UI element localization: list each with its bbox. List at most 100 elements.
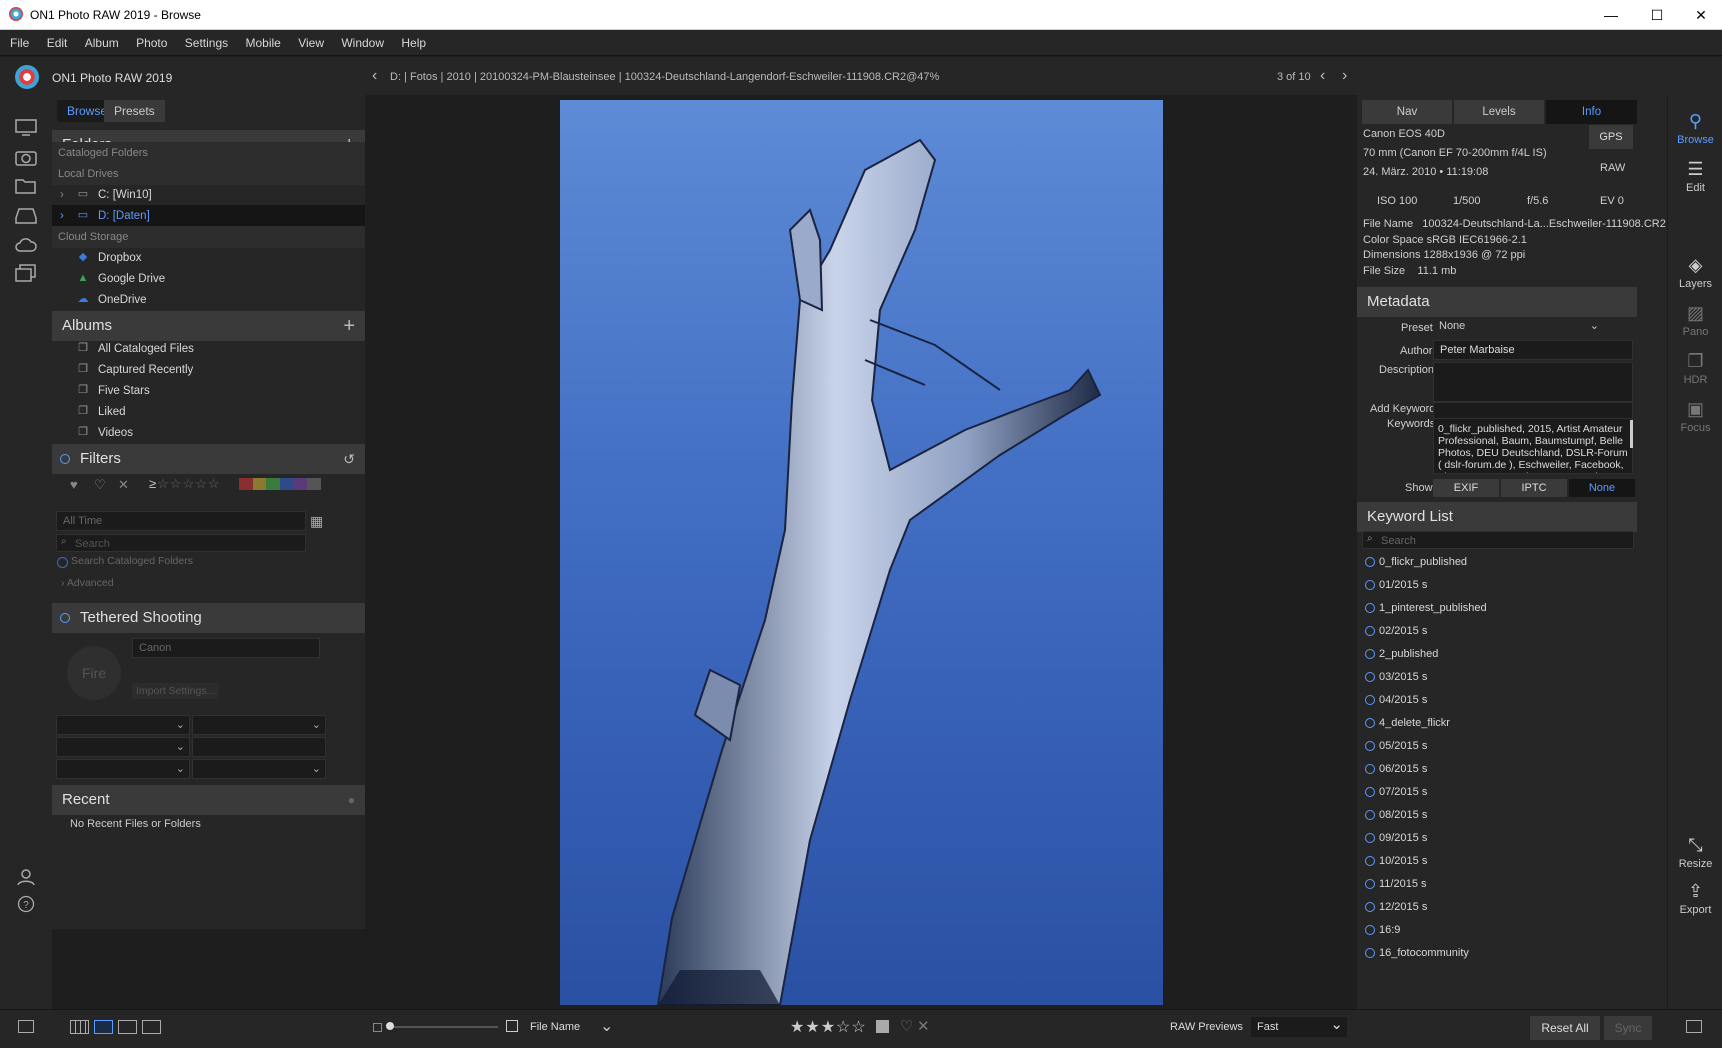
drive-d[interactable]: › ▭ D: [Daten] (52, 205, 365, 227)
tether-dropdown-2[interactable]: ⌄ (192, 715, 326, 735)
keyword-list-header[interactable]: Keyword List (1357, 502, 1637, 532)
prev-image-icon[interactable]: ‹ (1320, 67, 1325, 85)
breadcrumb[interactable]: D: | Fotos | 2010 | 20100324-PM-Blaustei… (390, 71, 939, 83)
keyword-checkbox-icon[interactable] (1365, 810, 1375, 820)
keyword-item[interactable]: 09/2015 s (1357, 827, 1637, 850)
keywords-scrollbar[interactable] (1630, 420, 1633, 448)
keyword-checkbox-icon[interactable] (1365, 557, 1375, 567)
chevron-right-icon[interactable]: › (60, 184, 64, 206)
filter-search-input[interactable]: Search (56, 534, 306, 552)
date-range-field[interactable]: All Time (56, 511, 306, 531)
keyword-checkbox-icon[interactable] (1365, 856, 1375, 866)
like-outline-filter-icon[interactable]: ♡ (94, 477, 106, 493)
next-image-icon[interactable]: › (1342, 67, 1347, 85)
tether-dropdown-6[interactable]: ⌄ (192, 759, 326, 779)
tethered-toggle-icon[interactable] (60, 613, 70, 623)
local-drives-label[interactable]: Local Drives (52, 163, 365, 185)
keyword-item[interactable]: 0_flickr_published2 (1357, 551, 1637, 574)
tab-nav[interactable]: Nav (1362, 100, 1452, 124)
module-edit[interactable]: ☰ Edit (1668, 159, 1722, 194)
grid-view-icon[interactable] (70, 1020, 89, 1034)
advanced-toggle[interactable]: › Advanced (61, 577, 114, 589)
cloud-icon[interactable] (15, 235, 37, 253)
color-swatch-purple[interactable] (293, 478, 308, 490)
menu-view[interactable]: View (291, 30, 331, 56)
chevron-down-icon[interactable]: ⌄ (600, 1016, 613, 1036)
help-icon[interactable]: ? (15, 895, 37, 913)
drive-c[interactable]: › ▭ C: [Win10] (52, 184, 365, 206)
module-hdr[interactable]: ❐ HDR (1668, 351, 1722, 386)
keyword-item[interactable]: 08/2015 s (1357, 804, 1637, 827)
keyword-checkbox-icon[interactable] (1365, 764, 1375, 774)
keyword-item[interactable]: 03/2015 s (1357, 666, 1637, 689)
toggle-panel-icon[interactable] (18, 1020, 34, 1033)
module-resize[interactable]: ⤡ Resize (1668, 835, 1722, 870)
filters-header[interactable]: Filters ↺ (52, 444, 365, 474)
folder-search-icon[interactable] (15, 177, 37, 195)
keyword-item[interactable]: 2_published (1357, 643, 1637, 666)
filters-toggle-icon[interactable] (60, 454, 70, 464)
module-layers[interactable]: ◈ Layers (1668, 255, 1722, 290)
author-field[interactable]: Peter Marbaise (1433, 340, 1633, 360)
metadata-header[interactable]: Metadata (1357, 287, 1637, 317)
cloud-dropbox[interactable]: ◆ Dropbox (52, 247, 365, 269)
keyword-item[interactable]: 1_pinterest_published (1357, 597, 1637, 620)
keyword-checkbox-icon[interactable] (1365, 649, 1375, 659)
description-field[interactable] (1433, 362, 1633, 402)
keyword-checkbox-icon[interactable] (1365, 879, 1375, 889)
photo-preview[interactable] (560, 100, 1163, 1005)
star-icon[interactable]: ☆ (851, 1019, 866, 1036)
module-focus[interactable]: ▣ Focus (1668, 399, 1722, 434)
like-icon[interactable]: ♡ (900, 1017, 913, 1035)
sort-checkbox[interactable] (506, 1020, 518, 1032)
detail-view-icon[interactable] (94, 1020, 113, 1034)
compare-view-icon[interactable] (142, 1020, 161, 1034)
keyword-item[interactable]: 16_fotocommunity (1357, 942, 1637, 965)
tether-dropdown-3[interactable]: ⌄ (56, 737, 190, 757)
star-icon[interactable]: ★ (821, 1019, 836, 1036)
color-swatch-yellow[interactable] (252, 478, 267, 490)
tether-dropdown-1[interactable]: ⌄ (56, 715, 190, 735)
album-item[interactable]: ❐ Videos (52, 422, 365, 444)
keyword-item[interactable]: 4_delete_flickr (1357, 712, 1637, 735)
keyword-item[interactable]: 16:9 (1357, 919, 1637, 942)
minimize-button[interactable]: — (1588, 0, 1634, 30)
calendar-icon[interactable]: ▦ (310, 513, 323, 530)
fire-button[interactable]: Fire (67, 646, 121, 700)
cloud-google-drive[interactable]: ▲ Google Drive (52, 268, 365, 290)
tether-field-4[interactable] (192, 737, 326, 757)
tab-info[interactable]: Info (1546, 100, 1637, 124)
keyword-checkbox-icon[interactable] (1365, 787, 1375, 797)
camera-icon[interactable] (15, 148, 37, 166)
star-rating[interactable]: ★★★☆☆ (790, 1017, 867, 1037)
menu-help[interactable]: Help (394, 30, 433, 56)
menu-mobile[interactable]: Mobile (238, 30, 287, 56)
preset-dropdown[interactable]: None ⌄ (1433, 317, 1603, 337)
filmstrip-view-icon[interactable] (118, 1020, 137, 1034)
clear-recent-icon[interactable]: ● (348, 785, 355, 815)
close-button[interactable]: ✕ (1678, 0, 1722, 30)
cloud-storage-label[interactable]: Cloud Storage (52, 226, 365, 248)
cloud-onedrive[interactable]: ☁ OneDrive (52, 289, 365, 311)
keyword-checkbox-icon[interactable] (1365, 833, 1375, 843)
drive-icon[interactable] (15, 206, 37, 224)
add-album-icon[interactable]: + (343, 311, 355, 341)
search-cataloged-radio[interactable] (57, 557, 68, 568)
albums-icon[interactable] (15, 264, 37, 282)
album-item[interactable]: ❐ Five Stars (52, 380, 365, 402)
recent-header[interactable]: Recent ● (52, 785, 365, 815)
show-none-button[interactable]: None (1569, 479, 1635, 497)
keyword-item[interactable]: 04/2015 s (1357, 689, 1637, 712)
show-iptc-button[interactable]: IPTC (1501, 479, 1567, 497)
chevron-right-icon[interactable]: › (60, 205, 64, 227)
color-swatch-gray[interactable] (307, 478, 322, 490)
album-item[interactable]: ❐ All Cataloged Files (52, 338, 365, 360)
keyword-checkbox-icon[interactable] (1365, 603, 1375, 613)
keyword-item[interactable]: 06/2015 s (1357, 758, 1637, 781)
import-settings-button[interactable]: Import Settings... (132, 683, 220, 699)
color-label-filter[interactable] (239, 478, 322, 490)
menu-settings[interactable]: Settings (178, 30, 235, 56)
show-exif-button[interactable]: EXIF (1433, 479, 1499, 497)
album-item[interactable]: ❐ Captured Recently (52, 359, 365, 381)
keyword-checkbox-icon[interactable] (1365, 925, 1375, 935)
